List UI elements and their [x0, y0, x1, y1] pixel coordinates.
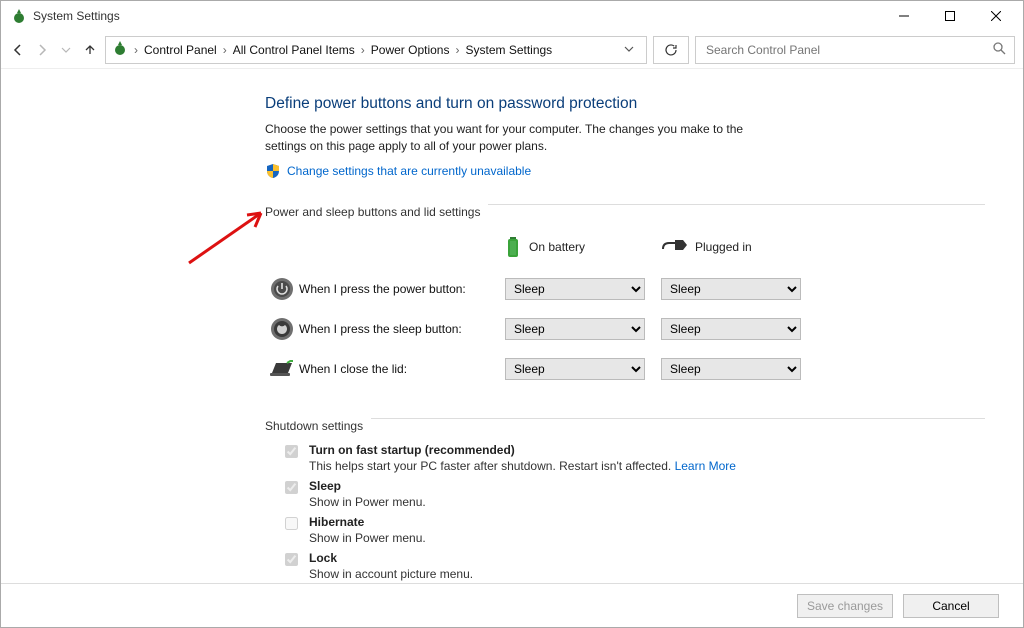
shutdown-item-fast-startup: Turn on fast startup (recommended) This …	[281, 443, 985, 473]
group-label: Shutdown settings	[265, 419, 363, 433]
battery-icon	[505, 235, 521, 259]
shutdown-item-title: Turn on fast startup (recommended)	[309, 443, 736, 457]
row-label: When I press the sleep button:	[299, 322, 505, 336]
group-header-shutdown: Shutdown settings	[265, 403, 985, 433]
window-frame: System Settings	[0, 0, 1024, 628]
power-button-battery-select[interactable]: Sleep	[505, 278, 645, 300]
content-area: Define power buttons and turn on passwor…	[1, 69, 1023, 583]
power-button-icon	[265, 277, 299, 301]
chevron-right-icon: ›	[223, 43, 227, 57]
address-icon	[112, 40, 128, 59]
sleep-checkbox[interactable]	[285, 481, 298, 494]
lid-plugged-select[interactable]: Sleep	[661, 358, 801, 380]
search-icon	[992, 41, 1006, 58]
recent-dropdown-icon[interactable]	[57, 41, 75, 59]
breadcrumb[interactable]: Control Panel	[144, 43, 217, 57]
shutdown-item-title: Lock	[309, 551, 473, 565]
row-power-button: When I press the power button: Sleep Sle…	[265, 269, 985, 309]
save-button[interactable]: Save changes	[797, 594, 893, 618]
refresh-button[interactable]	[653, 36, 689, 64]
sleep-button-icon	[265, 317, 299, 341]
matrix-header: On battery Plugged in	[265, 225, 985, 269]
lid-battery-select[interactable]: Sleep	[505, 358, 645, 380]
shield-icon	[265, 163, 281, 179]
search-box[interactable]	[695, 36, 1015, 64]
column-on-battery: On battery	[505, 235, 661, 259]
back-button[interactable]	[9, 41, 27, 59]
minimize-button[interactable]	[881, 1, 927, 31]
learn-more-link[interactable]: Learn More	[675, 459, 736, 473]
page-heading: Define power buttons and turn on passwor…	[265, 95, 985, 113]
lock-checkbox[interactable]	[285, 553, 298, 566]
shutdown-settings: Turn on fast startup (recommended) This …	[265, 443, 985, 581]
settings-matrix: On battery Plugged in When I press the p…	[265, 225, 985, 389]
column-label: Plugged in	[695, 240, 752, 254]
forward-button[interactable]	[33, 41, 51, 59]
sleep-button-battery-select[interactable]: Sleep	[505, 318, 645, 340]
shutdown-item-desc: This helps start your PC faster after sh…	[309, 459, 736, 473]
up-button[interactable]	[81, 41, 99, 59]
row-close-lid: When I close the lid: Sleep Sleep	[265, 349, 985, 389]
titlebar: System Settings	[1, 1, 1023, 31]
shutdown-item-hibernate: Hibernate Show in Power menu.	[281, 515, 985, 545]
column-label: On battery	[529, 240, 585, 254]
sleep-button-plugged-select[interactable]: Sleep	[661, 318, 801, 340]
chevron-down-icon[interactable]	[624, 43, 634, 57]
row-label: When I close the lid:	[299, 362, 505, 376]
cancel-button[interactable]: Cancel	[903, 594, 999, 618]
arrow-annotation	[185, 205, 275, 267]
shutdown-item-desc: Show in Power menu.	[309, 495, 426, 509]
divider	[488, 204, 985, 205]
fast-startup-checkbox[interactable]	[285, 445, 298, 458]
page-description: Choose the power settings that you want …	[265, 121, 785, 155]
shutdown-item-sleep: Sleep Show in Power menu.	[281, 479, 985, 509]
column-plugged-in: Plugged in	[661, 239, 817, 255]
laptop-lid-icon	[265, 360, 299, 378]
footer-bar: Save changes Cancel	[1, 583, 1023, 627]
chevron-right-icon: ›	[455, 43, 459, 57]
app-icon	[11, 8, 27, 24]
address-bar[interactable]: › Control Panel › All Control Panel Item…	[105, 36, 647, 64]
group-label: Power and sleep buttons and lid settings	[265, 205, 480, 219]
row-sleep-button: When I press the sleep button: Sleep Sle…	[265, 309, 985, 349]
change-settings-row: Change settings that are currently unava…	[265, 163, 985, 179]
plug-icon	[661, 239, 687, 255]
breadcrumb[interactable]: System Settings	[465, 43, 552, 57]
shutdown-item-title: Sleep	[309, 479, 426, 493]
group-header-buttons-lid: Power and sleep buttons and lid settings	[265, 189, 985, 219]
breadcrumb[interactable]: All Control Panel Items	[233, 43, 355, 57]
shutdown-item-desc: Show in Power menu.	[309, 531, 426, 545]
close-button[interactable]	[973, 1, 1019, 31]
search-input[interactable]	[704, 42, 992, 58]
power-button-plugged-select[interactable]: Sleep	[661, 278, 801, 300]
shutdown-item-desc: Show in account picture menu.	[309, 567, 473, 581]
hibernate-checkbox[interactable]	[285, 517, 298, 530]
divider	[371, 418, 985, 419]
chevron-right-icon: ›	[134, 43, 138, 57]
window-title: System Settings	[33, 9, 881, 23]
shutdown-item-title: Hibernate	[309, 515, 426, 529]
shutdown-item-desc-text: This helps start your PC faster after sh…	[309, 459, 675, 473]
shutdown-item-lock: Lock Show in account picture menu.	[281, 551, 985, 581]
window-buttons	[881, 1, 1019, 31]
breadcrumb[interactable]: Power Options	[371, 43, 450, 57]
change-settings-link[interactable]: Change settings that are currently unava…	[287, 164, 531, 178]
row-label: When I press the power button:	[299, 282, 505, 296]
navigation-bar: › Control Panel › All Control Panel Item…	[1, 31, 1023, 69]
chevron-right-icon: ›	[361, 43, 365, 57]
maximize-button[interactable]	[927, 1, 973, 31]
